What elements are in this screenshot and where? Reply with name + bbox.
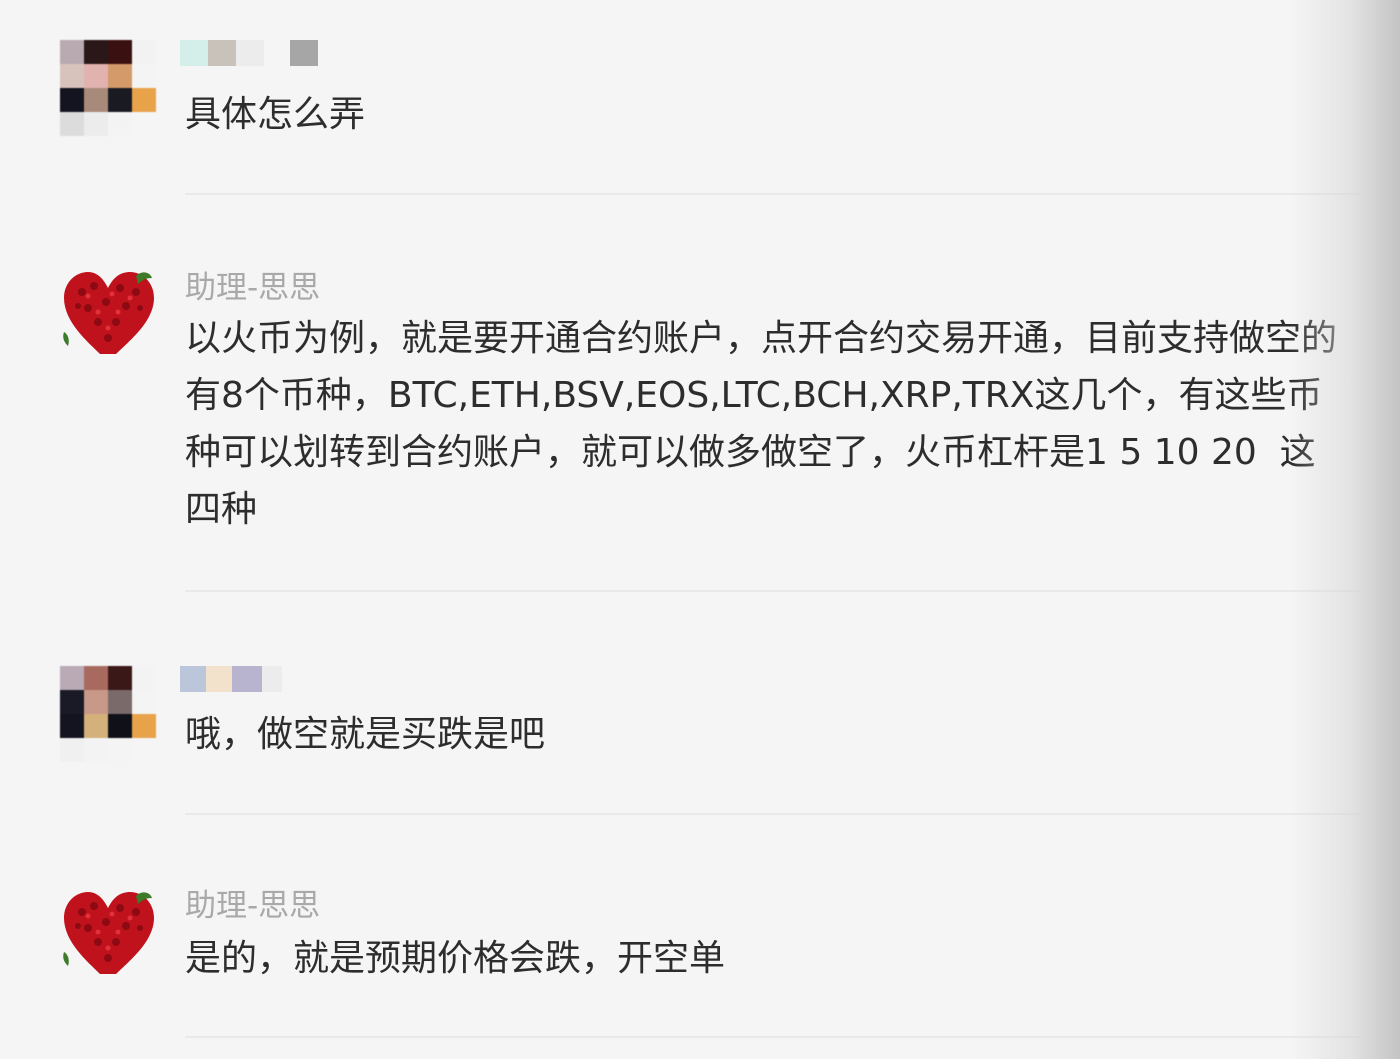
user-avatar[interactable]: [60, 40, 156, 136]
message-text: 具体怎么弄: [185, 94, 366, 135]
message-divider: [185, 1036, 1360, 1038]
sender-name-blurred: [180, 40, 318, 66]
heart-icon: [60, 882, 156, 978]
heart-icon: [60, 262, 156, 358]
message-divider: [185, 590, 1360, 592]
heart-rose-avatar[interactable]: [60, 882, 156, 978]
heart-rose-avatar[interactable]: [60, 262, 156, 358]
message-divider: [185, 813, 1360, 815]
message-divider: [185, 193, 1360, 195]
message-text: 是的，就是预期价格会跌，开空单: [185, 938, 726, 979]
user-avatar[interactable]: [60, 666, 156, 762]
sender-name-blurred: [180, 666, 282, 692]
sender-name: 助理-思思: [185, 888, 321, 924]
message-text: 哦，做空就是买跌是吧: [185, 714, 546, 755]
scroll-edge-shadow: [1290, 0, 1400, 1059]
sender-name: 助理-思思: [185, 270, 321, 306]
chat-message-list[interactable]: 具体怎么弄 助理-思思 以火币为例，就是要开通合约账户，点开合约交易开通，目前支…: [0, 0, 1400, 1059]
message-text: 以火币为例，就是要开通合约账户，点开合约交易开通，目前支持做空的有8个币种，BT…: [185, 318, 1338, 530]
